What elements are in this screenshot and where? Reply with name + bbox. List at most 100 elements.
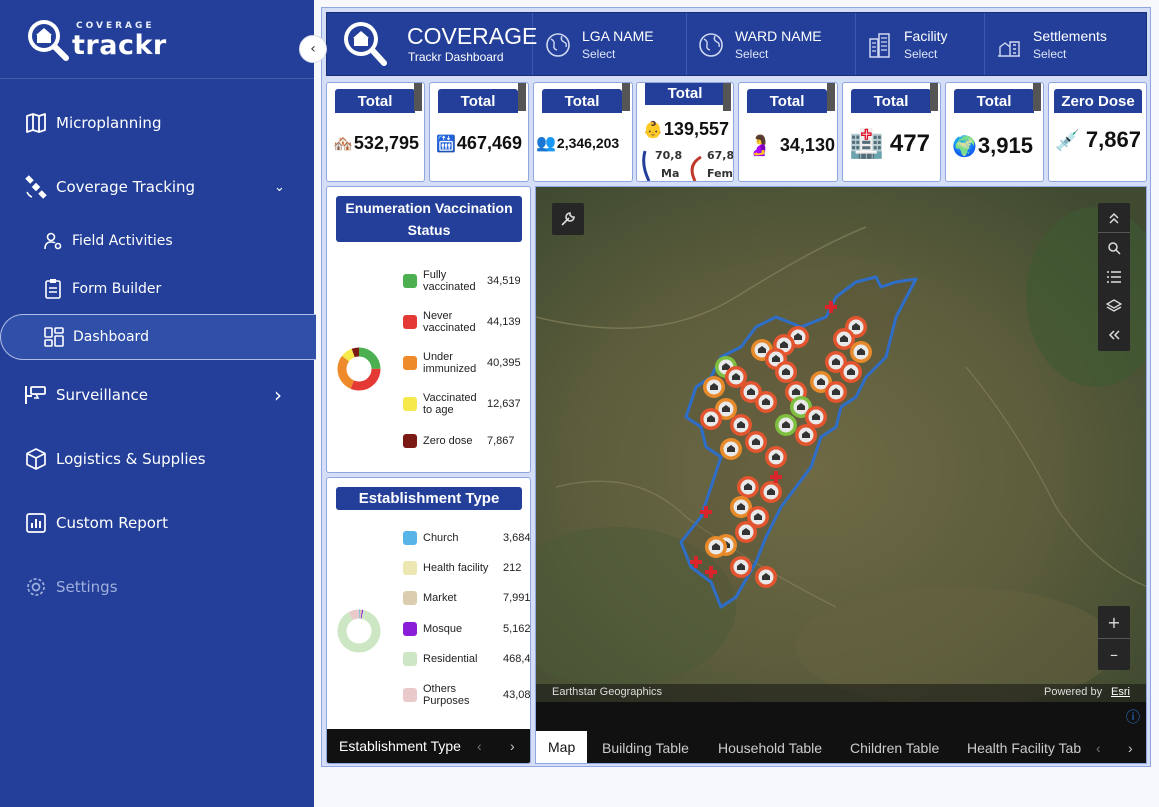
stat-value: 34,130 [779,135,835,155]
settlement-marker[interactable] [755,391,777,413]
tab-children-table[interactable]: Children Table [850,731,939,763]
app-logo[interactable]: COVERAGE trackr [24,16,166,64]
sidebar-item-dashboard[interactable]: Dashboard [0,314,316,360]
stat-value: 532,795 [353,133,419,153]
globe-earth-icon: 🌍 [952,135,977,158]
settlement-marker[interactable] [760,481,782,503]
legend-item-vaccinated-to-age[interactable]: Vaccinated to age 12,637 [403,392,521,416]
map-tabs-next-button[interactable]: › [1128,731,1133,763]
settlement-marker[interactable] [745,431,767,453]
male-label-overflow: Ma [661,167,680,180]
sidebar-item-label: Form Builder [72,281,162,297]
legend-item-zero-dose[interactable]: Zero dose 7,867 [403,429,515,453]
map-legend-button[interactable] [1098,262,1130,291]
zoom-in-button[interactable]: + [1098,607,1130,639]
legend-label: Church [423,532,459,544]
stat-corner [622,83,630,111]
sidebar-item-custom-report[interactable]: Custom Report [0,500,314,546]
legend-item-fully-vaccinated[interactable]: Fully vaccinated 34,519 [403,269,521,293]
zoom-out-button[interactable]: – [1098,639,1130,670]
collapse-up-button[interactable] [1098,203,1130,233]
dashboard-title: COVERAGE [407,23,538,49]
ward-filter[interactable]: WARD NAME Select [687,13,856,75]
stat-card-zero-dose: Zero Dose 💉 7,867 [1048,82,1147,182]
map-zoom-control: + – [1098,606,1130,670]
settlement-marker[interactable] [700,408,722,430]
legend-swatch [403,531,417,545]
settlements-filter[interactable]: Settlements Select [985,13,1148,75]
tab-building-table[interactable]: Building Table [602,731,689,763]
lga-filter[interactable]: LGA NAME Select [534,13,687,75]
sidebar-item-coverage-tracking[interactable]: Coverage Tracking ⌄ [0,164,314,210]
settlement-marker[interactable] [755,566,777,588]
vaccination-status-panel: Enumeration Vaccination Status Fully vac… [326,186,531,473]
population-icon: 👥 [536,135,556,152]
tabs-next-button[interactable]: › [510,729,515,763]
map-icon [24,111,48,135]
tab-household-table[interactable]: Household Table [718,731,822,763]
legend-label: Residential [423,653,478,665]
settlement-marker[interactable] [730,414,752,436]
settlement-marker[interactable] [735,521,757,543]
legend-item-health-facility[interactable]: Health facility 212 [403,556,521,580]
tab-health-facility-table[interactable]: Health Facility Tab [967,731,1085,763]
settlement-marker[interactable] [775,361,797,383]
settlement-marker[interactable] [703,376,725,398]
legend-item-others[interactable]: Others Purposes 43,08 [403,683,530,707]
sidebar-item-settings[interactable]: Settings [0,564,314,610]
settlement-marker[interactable] [730,556,752,578]
stat-card-total-population: Total 👥 2,346,203 [533,82,633,182]
legend-swatch [403,561,417,575]
settlement-marker[interactable] [850,341,872,363]
establishment-slice-4[interactable] [337,609,381,653]
tab-establishment-type[interactable]: Establishment Type [339,729,461,763]
tab-map[interactable]: Map [536,731,588,763]
esri-link[interactable]: Esri [1111,686,1130,698]
map-wrench-button[interactable] [552,203,584,235]
legend-item-market[interactable]: Market 7,991 [403,586,530,610]
settlement-marker[interactable] [825,381,847,403]
sidebar-item-surveillance[interactable]: Surveillance › [0,372,314,418]
stat-corner [827,83,835,111]
legend-item-church[interactable]: Church 3,684 [403,526,530,550]
map-search-button[interactable] [1098,233,1130,262]
tabs-prev-button[interactable]: ‹ [477,729,482,763]
stat-value-row: 💉 7,867 [1055,127,1141,153]
settlement-marker[interactable] [840,361,862,383]
sidebar-item-logistics[interactable]: Logistics & Supplies [0,436,314,482]
filter-label: Settlements [1033,28,1107,44]
legend-item-under-immunized[interactable]: Under immunized 40,395 [403,351,521,375]
settlement-marker[interactable] [805,406,827,428]
filter-label: Facility [904,28,948,44]
sidebar-item-label: Settings [56,578,118,596]
dashboard-icon [43,325,65,349]
stat-value-row: 🤰 34,130 [747,133,835,158]
settlement-marker[interactable] [737,476,759,498]
settlement-marker[interactable] [765,446,787,468]
sidebar-item-form-builder[interactable]: Form Builder [0,266,314,312]
sidebar-item-field-activities[interactable]: Field Activities [0,218,314,264]
settlement-marker[interactable] [705,536,727,558]
sidebar-item-label: Surveillance [56,386,148,404]
map-collapse-left-button[interactable] [1098,320,1130,349]
info-icon[interactable]: ⓘ [1126,707,1140,727]
stat-value: 2,346,203 [556,135,620,151]
legend-swatch [403,652,417,666]
facility-filter[interactable]: Facility Select [856,13,985,75]
settlement-marker[interactable] [775,414,797,436]
legend-item-never-vaccinated[interactable]: Never vaccinated 44,139 [403,310,521,334]
map-layers-button[interactable] [1098,291,1130,320]
stat-card-total-settlements: Total 🌍 3,915 [945,82,1044,182]
sidebar-item-label: Field Activities [72,233,173,249]
legend-item-residential[interactable]: Residential 468,4 [403,647,530,671]
legend-item-mosque[interactable]: Mosque 5,162 [403,617,530,641]
stat-value: 467,469 [456,133,522,153]
satellite-map[interactable] [536,187,1147,702]
map-view-tabs: Map Building Table Household Table Child… [536,731,1146,763]
settlement-marker[interactable] [720,438,742,460]
legend-value: 7,991 [503,592,531,604]
sidebar-item-microplanning[interactable]: Microplanning [0,100,314,146]
globe-icon [546,33,570,57]
sidebar-collapse-button[interactable]: ‹ [299,35,327,63]
map-tabs-prev-button[interactable]: ‹ [1096,731,1101,763]
